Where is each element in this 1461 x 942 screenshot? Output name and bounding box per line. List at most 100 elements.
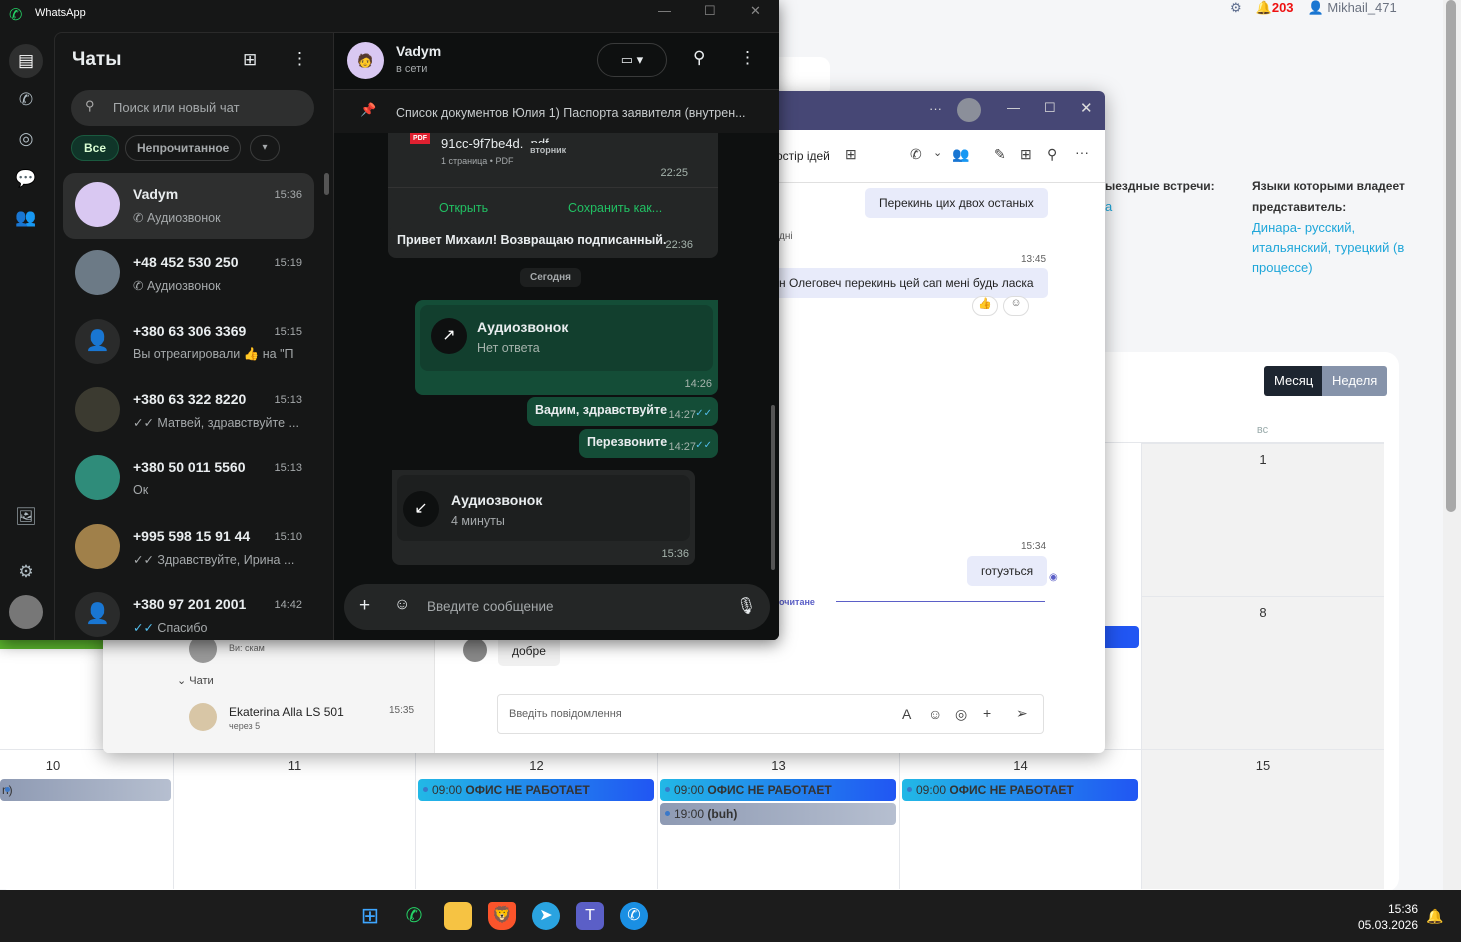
- chat-list-item[interactable]: +48 452 530 250 15:19 ✆ Аудиозвонок: [63, 241, 314, 307]
- file-explorer-icon[interactable]: [444, 902, 472, 930]
- calendar-event[interactable]: 09:00 ОФИС НЕ РАБОТАЕТ: [902, 779, 1138, 801]
- contact-avatar[interactable]: 🧑: [347, 42, 384, 79]
- calendar-day-14[interactable]: 14: [899, 749, 1141, 889]
- chats-icon[interactable]: ▤: [9, 44, 43, 78]
- week-view-button[interactable]: Неделя: [1322, 366, 1388, 396]
- chat-list-item[interactable]: +995 598 15 91 44 15:10 ✓✓ Здравствуйте, И…: [63, 515, 314, 581]
- page-scrollbar[interactable]: [1443, 0, 1461, 890]
- calendar-day-1[interactable]: 1: [1141, 443, 1384, 596]
- menu-icon[interactable]: ⋮: [739, 48, 756, 68]
- add-tab-icon[interactable]: ⊞: [845, 146, 857, 163]
- calls-icon[interactable]: ✆: [9, 83, 43, 117]
- search-input[interactable]: ⚲ Поиск или новый чат: [71, 90, 314, 126]
- message-time: 14:27: [668, 441, 696, 453]
- calendar-day-8[interactable]: 8: [1141, 596, 1384, 749]
- call-message-outgoing[interactable]: ↗ Аудиозвонок Нет ответа 14:26: [415, 300, 718, 395]
- message-compose[interactable]: + ☺ Введите сообщение 🎙: [344, 584, 770, 630]
- calendar-day-15[interactable]: 15: [1141, 749, 1384, 889]
- calendar-event[interactable]: n): [0, 779, 171, 801]
- search-icon[interactable]: ⚲: [1047, 146, 1057, 163]
- notifications-button[interactable]: 🔔203: [1256, 0, 1294, 16]
- calendar-day-12[interactable]: 12: [415, 749, 657, 889]
- status-icon[interactable]: ◎: [9, 122, 43, 156]
- media-icon[interactable]: 🖼: [9, 500, 43, 534]
- notification-bell-icon[interactable]: 🔔: [1426, 908, 1443, 925]
- clock-date[interactable]: 05.03.2026: [1356, 918, 1418, 932]
- chat-list-item[interactable]: 👤 +380 97 201 2001 14:42 ✓✓ Спасибо: [63, 583, 314, 640]
- maximize-button[interactable]: ☐: [704, 3, 716, 19]
- close-button[interactable]: ✕: [750, 3, 761, 19]
- search-icon[interactable]: ⚲: [693, 48, 705, 68]
- chat-list-item[interactable]: +380 50 011 5560 15:13 Ок: [63, 446, 314, 512]
- telegram-icon[interactable]: ➤: [532, 902, 560, 930]
- send-icon[interactable]: ➢: [1016, 705, 1028, 722]
- avatar[interactable]: [957, 98, 981, 122]
- month-view-button[interactable]: Месяц: [1264, 366, 1324, 396]
- add-people-icon[interactable]: 👥: [952, 146, 969, 163]
- chat-list-item[interactable]: +380 63 322 8220 15:13 ✓✓ Матвей, здравств…: [63, 378, 314, 444]
- profile-avatar[interactable]: [9, 595, 43, 629]
- message-text: Перезвоните: [587, 435, 668, 449]
- channels-icon[interactable]: 💬: [9, 162, 43, 196]
- new-chat-icon[interactable]: ⊞: [243, 50, 257, 70]
- list-scrollbar[interactable]: [324, 173, 329, 195]
- calendar-event[interactable]: [0, 640, 103, 649]
- call-message-incoming[interactable]: ↙ Аудиозвонок 4 минуты 15:36: [392, 470, 695, 565]
- more-icon[interactable]: ···: [929, 101, 942, 116]
- calendar-event[interactable]: 09:00 ОФИС НЕ РАБОТАЕТ: [660, 779, 896, 801]
- chats-section[interactable]: ⌄ Чати: [177, 674, 214, 687]
- chat-item[interactable]: Ekaterina Alla LS 501 15:35 через 5: [103, 697, 435, 741]
- microphone-icon[interactable]: 🎙: [736, 596, 756, 616]
- filter-all[interactable]: Все: [71, 135, 120, 161]
- communities-icon[interactable]: 👥: [9, 201, 43, 235]
- menu-icon[interactable]: ⋮: [291, 49, 308, 69]
- phone-app-icon[interactable]: ✆: [620, 902, 648, 930]
- save-document-button[interactable]: Сохранить как...: [568, 201, 662, 215]
- phone-icon[interactable]: ✆: [910, 146, 922, 163]
- chat-time: 15:36: [274, 189, 302, 201]
- plus-icon[interactable]: +: [983, 705, 991, 721]
- teams-compose-box[interactable]: Введіть повідомлення A ☺ ◎ + ➢: [497, 694, 1044, 734]
- calendar-day-10[interactable]: 10: [0, 749, 173, 889]
- calendar-event[interactable]: [1105, 626, 1139, 648]
- start-icon[interactable]: ⊞: [356, 902, 384, 930]
- filter-more-dropdown[interactable]: ▾: [250, 135, 280, 161]
- video-call-button[interactable]: ▭ ▾: [597, 43, 667, 77]
- close-button[interactable]: ✕: [1080, 99, 1093, 117]
- calendar-day-11[interactable]: 11: [173, 749, 415, 889]
- maximize-button[interactable]: ☐: [1044, 100, 1056, 116]
- loop-icon[interactable]: ◎: [955, 706, 967, 723]
- format-icon[interactable]: A: [902, 706, 911, 722]
- minimize-button[interactable]: —: [1007, 100, 1020, 115]
- tab-ideas[interactable]: остір ідей: [776, 149, 830, 163]
- clock-time[interactable]: 15:36: [1380, 902, 1418, 916]
- calendar-event[interactable]: 19:00 (buh): [660, 803, 896, 825]
- open-document-button[interactable]: Открыть: [439, 201, 488, 215]
- user-menu[interactable]: 👤 Mikhail_471: [1308, 0, 1397, 16]
- attach-plus-icon[interactable]: +: [359, 595, 370, 617]
- emoji-icon[interactable]: ☺: [928, 706, 942, 722]
- chevron-down-icon[interactable]: ⌄: [933, 146, 942, 159]
- calendar-event[interactable]: 09:00 ОФИС НЕ РАБОТАЕТ: [418, 779, 654, 801]
- filter-unread[interactable]: Непрочитанное: [125, 135, 242, 161]
- chat-time: 15:35: [389, 705, 415, 716]
- more-icon[interactable]: ···: [1075, 144, 1089, 160]
- brave-icon[interactable]: 🦁: [488, 902, 516, 930]
- minimize-button[interactable]: —: [658, 3, 671, 18]
- reaction-like[interactable]: 👍: [972, 296, 998, 316]
- chat-scrollbar[interactable]: [771, 405, 775, 570]
- scrollbar-thumb[interactable]: [1446, 0, 1456, 512]
- contact-name[interactable]: Vadym: [396, 43, 441, 59]
- gear-icon[interactable]: ⚙: [1230, 0, 1242, 16]
- emoji-icon[interactable]: ☺: [394, 596, 410, 614]
- pinned-message-bar[interactable]: 📌 Список документов Юлия 1) Паспорта зая…: [334, 89, 779, 133]
- whatsapp-taskbar-icon[interactable]: ✆: [400, 902, 428, 930]
- chat-list-item[interactable]: Vadym 15:36 ✆ Аудиозвонок: [63, 173, 314, 239]
- teams-icon[interactable]: T: [576, 902, 604, 930]
- edit-icon[interactable]: ✎: [994, 146, 1006, 163]
- apps-icon[interactable]: ⊞: [1020, 146, 1032, 163]
- chat-list-item[interactable]: 👤 +380 63 306 3369 15:15 Вы отреагировали 👍…: [63, 310, 314, 376]
- settings-icon[interactable]: ⚙: [9, 555, 43, 589]
- chat-time: 14:42: [274, 598, 302, 611]
- add-reaction-icon[interactable]: ☺: [1003, 296, 1029, 316]
